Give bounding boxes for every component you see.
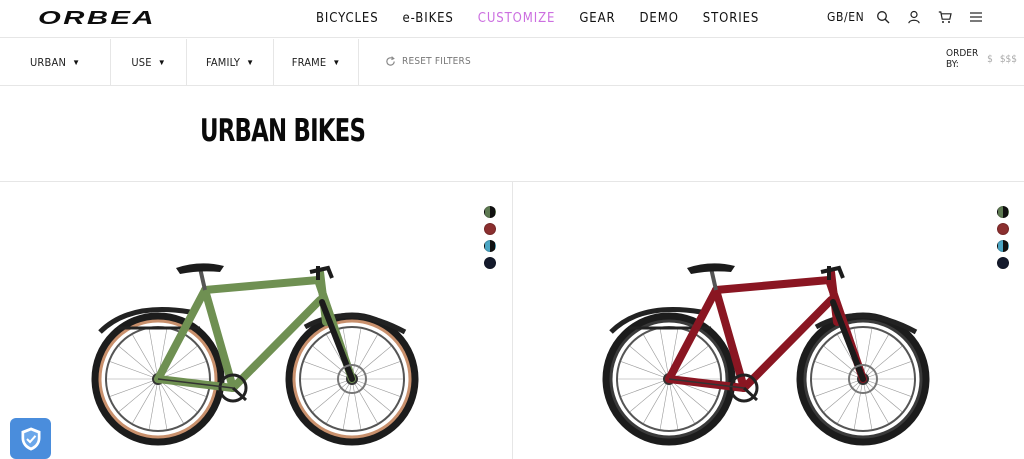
color-swatch[interactable]: [997, 240, 1009, 252]
header-utilities: GB/EN: [827, 10, 1000, 24]
nav-demo[interactable]: DEMO: [640, 11, 679, 26]
bike-image[interactable]: [513, 182, 1024, 459]
filter-use[interactable]: USE ▼: [111, 39, 187, 86]
nav-bicycles[interactable]: BICYCLES: [316, 11, 379, 26]
filter-label: FAMILY: [205, 56, 241, 69]
caret-down-icon: ▼: [72, 58, 80, 67]
filter-urban[interactable]: URBAN ▼: [0, 39, 111, 86]
shield-check-icon: [21, 426, 40, 451]
bike-image[interactable]: [0, 182, 512, 459]
color-swatches: [997, 206, 1009, 274]
nav-ebikes[interactable]: e-BIKES: [403, 11, 454, 26]
user-icon[interactable]: [907, 10, 921, 24]
filter-frame[interactable]: FRAME ▼: [274, 39, 359, 86]
caret-down-icon: ▼: [332, 58, 341, 67]
product-card[interactable]: [513, 182, 1024, 459]
privacy-settings-button[interactable]: [10, 418, 51, 459]
filter-bar: URBAN ▼ USE ▼ FAMILY ▼ FRAME ▼: [0, 39, 1024, 86]
nav-gear[interactable]: GEAR: [579, 11, 615, 26]
color-swatches: [484, 206, 496, 274]
search-icon[interactable]: [876, 10, 890, 24]
filter-label: URBAN: [29, 56, 67, 69]
menu-icon[interactable]: [969, 10, 983, 24]
nav-stories[interactable]: STORIES: [703, 11, 759, 26]
filter-family[interactable]: FAMILY ▼: [187, 39, 274, 86]
order-by: ORDER BY: $ $$$: [946, 48, 1024, 70]
page-title: URBAN BIKES: [200, 113, 366, 149]
reset-filters-button[interactable]: RESET FILTERS: [385, 56, 471, 67]
order-by-label: ORDER BY:: [946, 48, 979, 70]
cart-icon[interactable]: [938, 10, 953, 24]
color-swatch[interactable]: [997, 223, 1009, 235]
locale-selector[interactable]: GB/EN: [827, 10, 864, 24]
color-swatch[interactable]: [997, 206, 1009, 218]
nav-customize[interactable]: CUSTOMIZE: [478, 11, 556, 26]
site-header: ORBEA BICYCLES e-BIKES CUSTOMIZE GEAR DE…: [0, 0, 1024, 38]
caret-down-icon: ▼: [246, 58, 255, 67]
product-card[interactable]: [0, 182, 513, 459]
color-swatch[interactable]: [484, 223, 496, 235]
order-price-low[interactable]: $: [987, 54, 993, 65]
main-nav: BICYCLES e-BIKES CUSTOMIZE GEAR DEMO STO…: [316, 11, 783, 26]
refresh-icon: [386, 56, 395, 66]
filter-label: FRAME: [291, 56, 327, 69]
filter-label: USE: [131, 56, 152, 69]
color-swatch[interactable]: [997, 257, 1009, 269]
reset-filters-label: RESET FILTERS: [402, 56, 471, 67]
orbea-logo[interactable]: ORBEA: [37, 9, 157, 27]
caret-down-icon: ▼: [157, 58, 166, 67]
order-price-high[interactable]: $$$: [1000, 54, 1017, 65]
color-swatch[interactable]: [484, 240, 496, 252]
color-swatch[interactable]: [484, 257, 496, 269]
color-swatch[interactable]: [484, 206, 496, 218]
logo-text: ORBEA: [38, 9, 156, 27]
